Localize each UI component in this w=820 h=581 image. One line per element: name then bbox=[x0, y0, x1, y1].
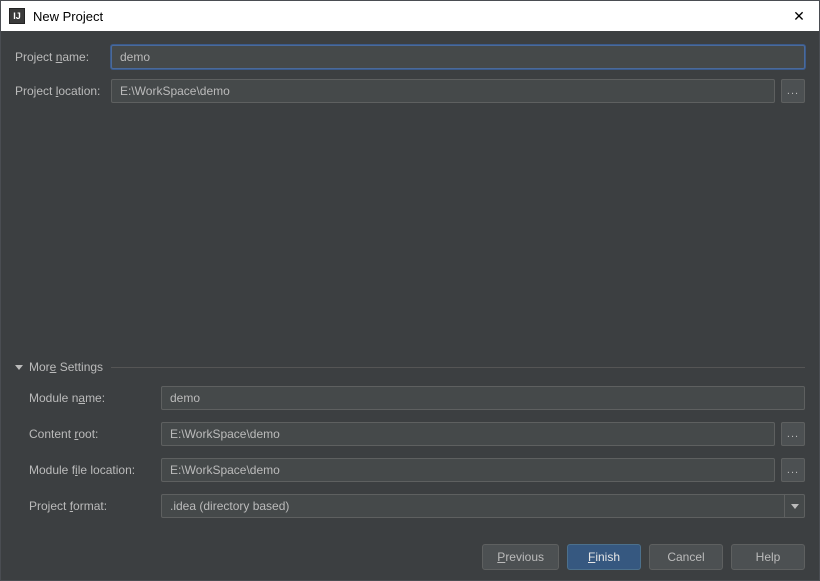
content-root-browse-button[interactable]: ... bbox=[781, 422, 805, 446]
dropdown-caret bbox=[784, 495, 804, 517]
module-name-label: Module name: bbox=[29, 391, 161, 405]
dialog-content: Project name: demo Project location: E:\… bbox=[1, 31, 819, 580]
project-format-value: .idea (directory based) bbox=[170, 499, 289, 513]
content-root-input[interactable]: E:\WorkSpace\demo bbox=[161, 422, 775, 446]
project-format-row: Project format: .idea (directory based) bbox=[29, 494, 805, 518]
module-file-location-value: E:\WorkSpace\demo bbox=[170, 463, 280, 477]
content-root-label: Content root: bbox=[29, 427, 161, 441]
module-file-location-label: Module file location: bbox=[29, 463, 161, 477]
project-location-input[interactable]: E:\WorkSpace\demo bbox=[111, 79, 775, 103]
titlebar: IJ New Project ✕ bbox=[1, 1, 819, 31]
more-settings-panel: Module name: demo Content root: E:\WorkS… bbox=[15, 386, 805, 530]
project-location-browse-button[interactable]: ... bbox=[781, 79, 805, 103]
finish-button[interactable]: Finish bbox=[567, 544, 641, 570]
content-root-value: E:\WorkSpace\demo bbox=[170, 427, 280, 441]
module-name-row: Module name: demo bbox=[29, 386, 805, 410]
project-format-label: Project format: bbox=[29, 499, 161, 513]
module-file-location-browse-button[interactable]: ... bbox=[781, 458, 805, 482]
project-name-input[interactable]: demo bbox=[111, 45, 805, 69]
divider bbox=[111, 367, 805, 368]
project-name-value: demo bbox=[120, 50, 150, 64]
module-file-location-row: Module file location: E:\WorkSpace\demo … bbox=[29, 458, 805, 482]
chevron-down-icon bbox=[15, 365, 23, 370]
close-icon[interactable]: ✕ bbox=[779, 1, 819, 31]
project-name-label: Project name: bbox=[15, 50, 111, 64]
help-button[interactable]: Help bbox=[731, 544, 805, 570]
project-name-row: Project name: demo bbox=[15, 45, 805, 69]
project-location-row: Project location: E:\WorkSpace\demo ... bbox=[15, 79, 805, 103]
new-project-dialog: IJ New Project ✕ Project name: demo Proj… bbox=[0, 0, 820, 581]
module-name-value: demo bbox=[170, 391, 200, 405]
more-settings-label: More Settings bbox=[29, 360, 103, 374]
window-title: New Project bbox=[33, 9, 779, 24]
previous-button[interactable]: Previous bbox=[482, 544, 559, 570]
cancel-button[interactable]: Cancel bbox=[649, 544, 723, 570]
more-settings-header[interactable]: More Settings bbox=[15, 360, 805, 374]
app-icon: IJ bbox=[9, 8, 25, 24]
module-name-input[interactable]: demo bbox=[161, 386, 805, 410]
content-root-row: Content root: E:\WorkSpace\demo ... bbox=[29, 422, 805, 446]
project-format-select[interactable]: .idea (directory based) bbox=[161, 494, 805, 518]
chevron-down-icon bbox=[791, 504, 799, 509]
spacer bbox=[15, 113, 805, 360]
button-bar: Previous Finish Cancel Help bbox=[15, 530, 805, 570]
module-file-location-input[interactable]: E:\WorkSpace\demo bbox=[161, 458, 775, 482]
project-location-value: E:\WorkSpace\demo bbox=[120, 84, 230, 98]
project-location-label: Project location: bbox=[15, 84, 111, 98]
